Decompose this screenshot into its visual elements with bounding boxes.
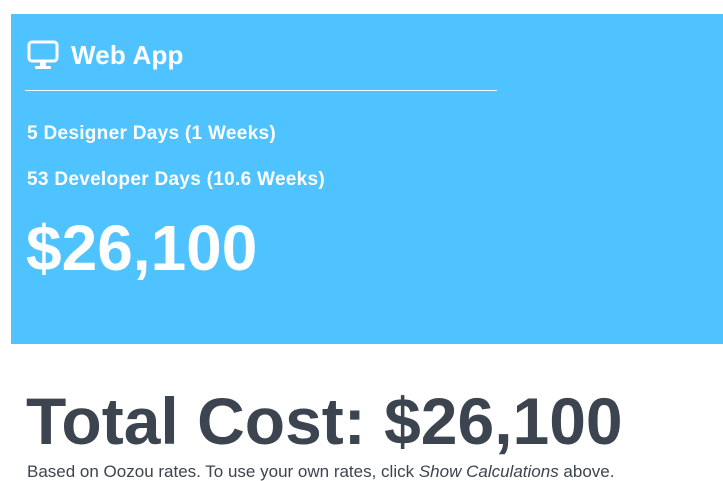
web-app-estimate-card: Web App 5 Designer Days (1 Weeks) 53 Dev… bbox=[11, 14, 723, 344]
developer-days-text: 53 Developer Days (10.6 Weeks) bbox=[27, 169, 326, 190]
card-header: Web App bbox=[27, 40, 184, 70]
monitor-icon bbox=[27, 40, 59, 70]
rates-note-prefix: Based on Oozou rates. To use your own ra… bbox=[27, 462, 419, 481]
rates-note-suffix: above. bbox=[558, 462, 615, 481]
rates-note: Based on Oozou rates. To use your own ra… bbox=[27, 461, 614, 481]
show-calculations-reference: Show Calculations bbox=[418, 462, 559, 481]
total-cost-heading: Total Cost: $26,100 bbox=[26, 384, 623, 458]
designer-days-text: 5 Designer Days (1 Weeks) bbox=[27, 123, 276, 144]
card-divider bbox=[25, 90, 497, 91]
card-price: $26,100 bbox=[26, 212, 258, 284]
card-title: Web App bbox=[71, 40, 184, 70]
estimate-page: Web App 5 Designer Days (1 Weeks) 53 Dev… bbox=[0, 0, 723, 481]
